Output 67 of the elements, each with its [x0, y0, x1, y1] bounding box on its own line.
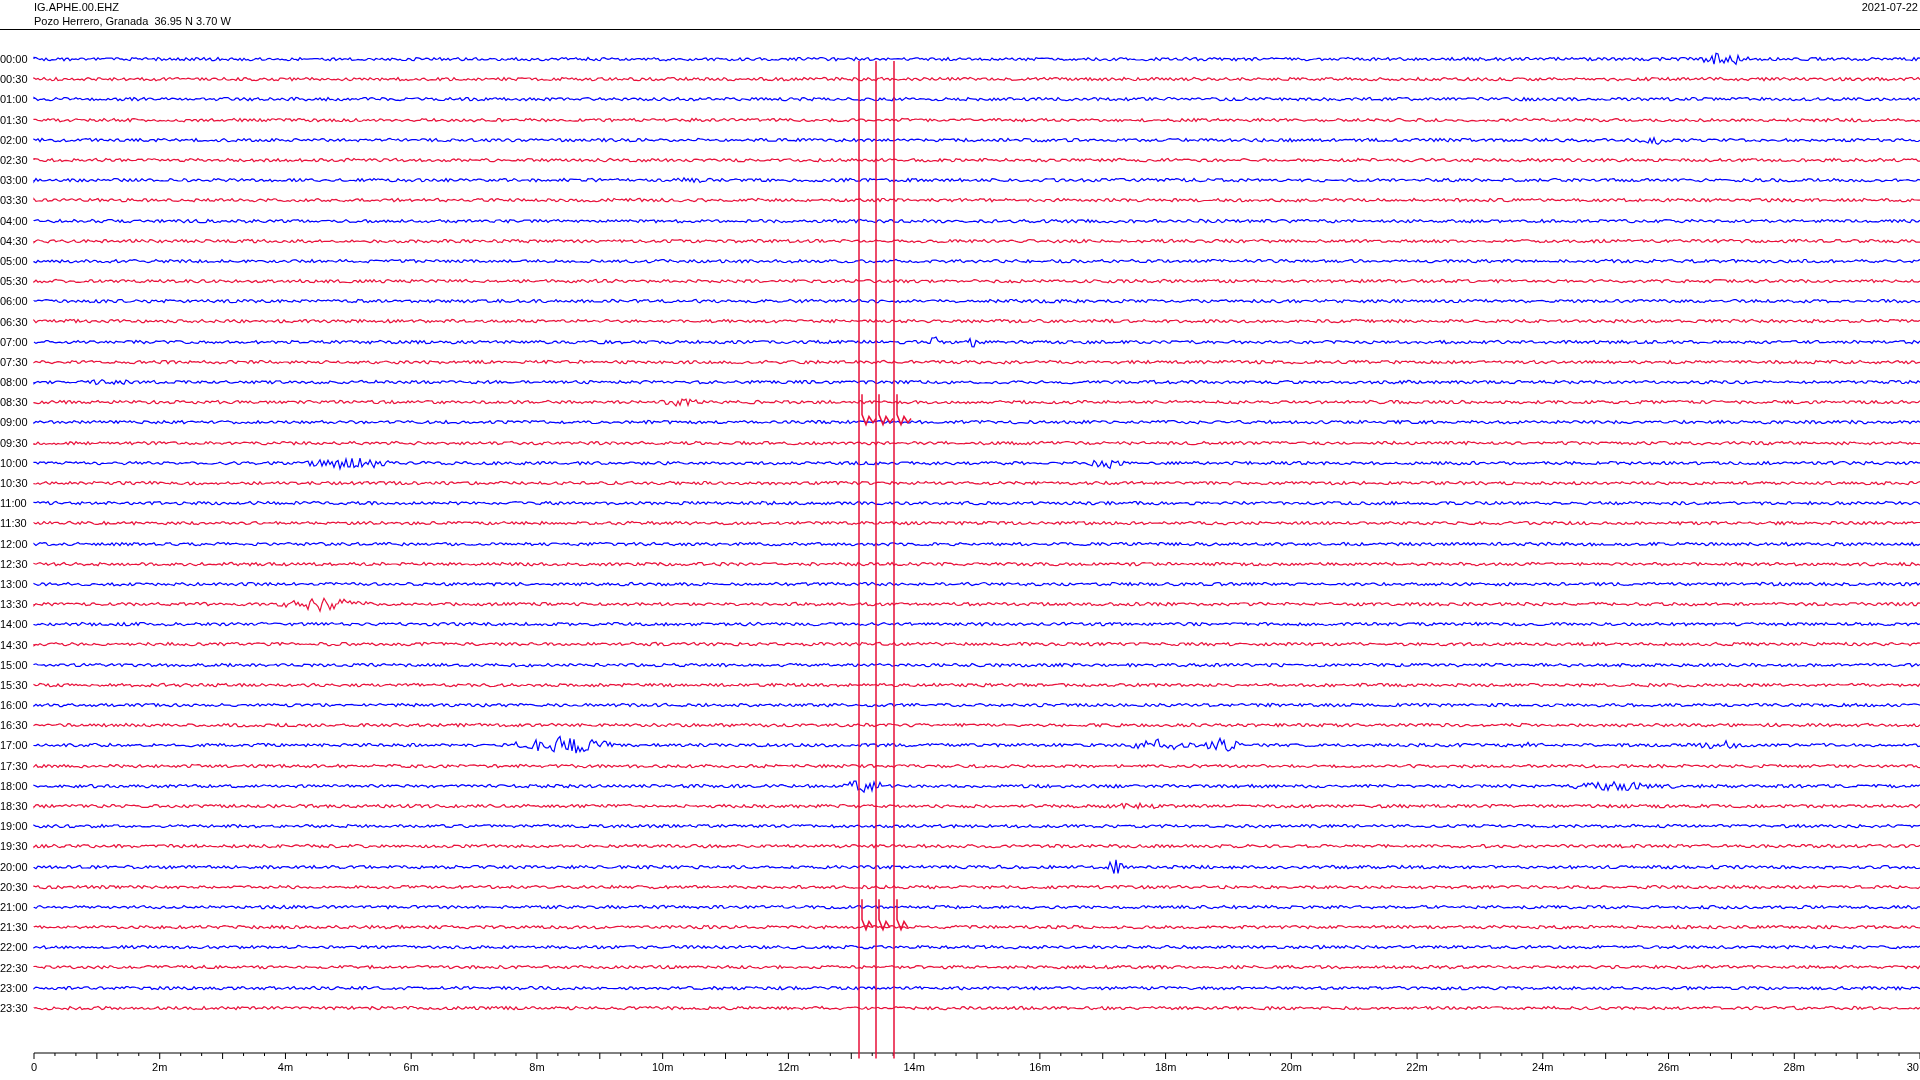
row-time-label: 12:00 — [0, 537, 29, 550]
row-time-label: 11:00 — [0, 497, 28, 510]
row-time-label: 08:00 — [0, 376, 29, 389]
row-time-label: 12:30 — [0, 557, 29, 570]
row-time-label: 20:00 — [0, 860, 29, 873]
row-time-label: 18:30 — [0, 800, 29, 813]
row-time-label: 16:00 — [0, 699, 29, 712]
row-time-label: 03:00 — [0, 174, 29, 187]
row-time-label: 09:00 — [0, 416, 29, 429]
axis-tick-label: 2m — [152, 1061, 168, 1073]
axis-tick-label: 18m — [1154, 1061, 1177, 1073]
axis-tick-label: 26m — [1657, 1061, 1680, 1073]
row-time-label: 22:00 — [0, 941, 29, 954]
axis-tick-label: 4m — [277, 1061, 294, 1073]
row-time-label: 01:30 — [0, 113, 29, 126]
axis-tick-label: 16m — [1029, 1061, 1051, 1073]
axis-tick-label: 6m — [403, 1061, 419, 1073]
row-time-label: 00:00 — [0, 53, 29, 66]
row-time-label: 17:30 — [0, 759, 29, 772]
row-time-label: 02:00 — [0, 133, 29, 146]
row-time-label: 10:30 — [0, 477, 29, 490]
axis-tick-label: 28m — [1783, 1061, 1805, 1073]
row-time-label: 05:30 — [0, 275, 29, 288]
row-time-label: 02:30 — [0, 154, 29, 167]
row-time-label: 01:00 — [0, 93, 29, 106]
record-date: 2021-07-22 — [1861, 0, 1918, 14]
row-time-label: 11:30 — [0, 517, 28, 530]
row-time-label: 13:00 — [0, 577, 29, 590]
row-time-label: 18:00 — [0, 779, 29, 792]
row-time-label: 05:00 — [0, 254, 29, 267]
row-time-label: 09:30 — [0, 436, 29, 449]
station-location: Pozo Herrero, Granada 36.95 N 3.70 W — [34, 14, 231, 28]
row-time-label: 23:30 — [0, 1001, 29, 1014]
row-time-label: 14:00 — [0, 618, 29, 631]
axis-tick-label: 12m — [777, 1061, 800, 1073]
row-time-label: 21:00 — [0, 900, 29, 913]
axis-tick-label: 30 — [1906, 1061, 1919, 1073]
row-time-label: 13:30 — [0, 598, 29, 611]
row-time-label: 10:00 — [0, 456, 29, 469]
row-time-label: 23:00 — [0, 981, 29, 994]
row-time-label: 06:30 — [0, 315, 29, 328]
row-time-label: 14:30 — [0, 638, 29, 651]
row-time-label: 04:00 — [0, 214, 29, 227]
row-time-label: 00:30 — [0, 73, 29, 86]
row-time-label: 17:00 — [0, 739, 29, 752]
axis-tick-label: 24m — [1532, 1061, 1554, 1073]
row-time-label: 19:30 — [0, 840, 29, 853]
axis-tick-label: 20m — [1280, 1061, 1303, 1073]
row-time-label: 22:30 — [0, 961, 29, 974]
row-time-label: 19:00 — [0, 820, 29, 833]
axis-tick-label: 0 — [30, 1061, 38, 1073]
row-time-label: 07:30 — [0, 355, 29, 368]
axis-tick-label: 10m — [651, 1061, 674, 1073]
row-time-label: 21:30 — [0, 921, 29, 934]
axis-tick-label: 8m — [529, 1061, 545, 1073]
row-time-label: 06:00 — [0, 295, 29, 308]
row-time-label: 20:30 — [0, 880, 29, 893]
row-time-label: 08:30 — [0, 396, 29, 409]
row-time-label: 04:30 — [0, 234, 29, 247]
row-time-label: 16:30 — [0, 719, 29, 732]
row-time-label: 07:00 — [0, 335, 29, 348]
row-time-label: 15:30 — [0, 678, 29, 691]
axis-tick-label: 22m — [1406, 1061, 1428, 1073]
row-time-label: 03:30 — [0, 194, 29, 207]
row-time-label: 15:00 — [0, 658, 29, 671]
axis-tick-label: 14m — [903, 1061, 925, 1073]
station-code: IG.APHE.00.EHZ — [34, 0, 120, 14]
